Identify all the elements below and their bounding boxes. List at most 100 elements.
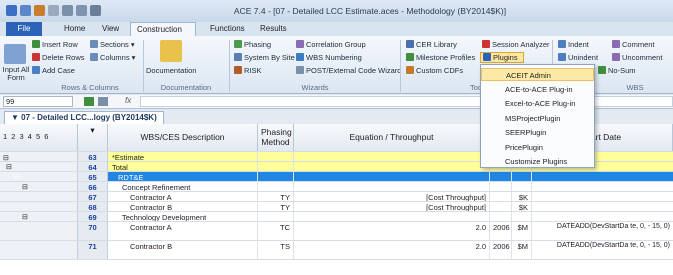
row-selector-header[interactable]: ▾ (78, 124, 108, 151)
session-analyzer-button[interactable]: Session Analyzer (482, 40, 550, 49)
phasing-method-cell[interactable]: TS (258, 241, 294, 259)
row-number[interactable]: 64 (78, 162, 108, 171)
phasing-method-cell[interactable]: TC (258, 222, 294, 240)
start-date-cell[interactable] (532, 202, 673, 211)
base-year-cell[interactable] (490, 212, 512, 221)
cancel-icon[interactable] (98, 97, 108, 106)
insert-row-button[interactable]: Insert Row (32, 40, 78, 49)
grid-icon[interactable] (62, 5, 73, 16)
equation-cell[interactable]: 2.0 (294, 222, 490, 240)
risk-button[interactable]: RISK (234, 66, 262, 75)
delete-rows-button[interactable]: Delete Rows (32, 53, 85, 62)
post-external-button[interactable]: POST/External Code Wizard (296, 66, 401, 75)
wbs-description-cell[interactable]: Contractor A (108, 222, 258, 240)
function-icon[interactable]: fx (125, 96, 131, 105)
tab-functions[interactable]: Functions (204, 22, 251, 36)
collapse-icon[interactable]: ⊟ (6, 163, 12, 171)
plugins-menu-item[interactable]: SEERPlugin (481, 126, 594, 139)
start-date-cell[interactable] (532, 212, 673, 221)
equation-cell[interactable] (294, 212, 490, 221)
system-by-site-button[interactable]: System By Site (234, 53, 295, 62)
columns-button[interactable]: Columns ▾ (90, 53, 135, 62)
phasing-method-cell[interactable] (258, 172, 294, 181)
no-sum-button[interactable]: No-Sum (598, 66, 636, 75)
phasing-method-cell[interactable] (258, 182, 294, 191)
cer-library-button[interactable]: CER Library (406, 40, 457, 49)
plugins-menu-item[interactable]: PricePlugin (481, 141, 594, 154)
units-cell[interactable] (512, 172, 532, 181)
base-year-cell[interactable] (490, 202, 512, 211)
customize-icon[interactable] (90, 5, 101, 16)
indent-button[interactable]: Indent (558, 40, 589, 49)
row-number[interactable]: 65 (78, 172, 108, 181)
save-icon[interactable] (20, 5, 31, 16)
plugins-menu-item[interactable]: Customize Plugins (481, 155, 594, 168)
wbs-description-cell[interactable]: RDT&E (108, 172, 258, 181)
table-row[interactable]: 68 Contractor B TY [Cost Throughput] $K (0, 202, 673, 212)
start-date-cell[interactable]: DATEADD(DevStartDa te, 0, - 15, 0) (532, 222, 673, 240)
wbs-description-cell[interactable]: Contractor B (108, 202, 258, 211)
units-cell[interactable] (512, 182, 532, 191)
equation-cell[interactable] (294, 152, 490, 161)
start-date-cell[interactable] (532, 172, 673, 181)
row-number[interactable]: 66 (78, 182, 108, 191)
base-year-cell[interactable]: 2006 (490, 222, 512, 240)
row-number[interactable]: 69 (78, 212, 108, 221)
milestone-profiles-button[interactable]: Milestone Profiles (406, 53, 475, 62)
start-date-cell[interactable] (532, 192, 673, 201)
tab-home[interactable]: Home (58, 22, 91, 36)
unindent-button[interactable]: Unindent (558, 53, 598, 62)
document-tab[interactable]: ▼ 07 - Detailed LCC...logy (BY2014$K) (4, 111, 164, 124)
name-box[interactable]: 99 (3, 96, 73, 107)
units-cell[interactable]: $M (512, 222, 532, 240)
units-cell[interactable]: $K (512, 192, 532, 201)
tab-construction[interactable]: Construction (130, 22, 196, 36)
collapse-icon[interactable]: ⊟ (14, 173, 20, 181)
plugins-button[interactable]: Plugins ▾ (480, 52, 524, 71)
input-all-form-button[interactable]: Input All Form (2, 66, 30, 82)
row-number[interactable]: 67 (78, 192, 108, 201)
table-row[interactable]: 71 Contractor B TS 2.0 2006 $M DATEADD(DevStar… (0, 241, 673, 260)
row-number[interactable]: 68 (78, 202, 108, 211)
uncomment-button[interactable]: Uncomment (612, 53, 662, 62)
correlation-group-button[interactable]: Correlation Group (296, 40, 366, 49)
table-row[interactable]: ⊟ 66 Concept Refinement (0, 182, 673, 192)
wbs-numbering-button[interactable]: WBS Numbering (296, 53, 362, 62)
tab-results[interactable]: Results (254, 22, 293, 36)
outline-levels[interactable]: 1 2 3 4 5 6 (0, 124, 78, 151)
redo-icon[interactable] (48, 5, 59, 16)
phasing-method-cell[interactable] (258, 152, 294, 161)
accept-icon[interactable] (84, 97, 94, 106)
table-row[interactable]: 67 Contractor A TY [Cost Throughput] $K (0, 192, 673, 202)
equation-cell[interactable] (294, 162, 490, 171)
tab-file[interactable]: File (6, 22, 42, 36)
base-year-cell[interactable] (490, 192, 512, 201)
add-case-button[interactable]: Add Case (32, 66, 75, 75)
equation-cell[interactable] (294, 172, 490, 181)
undo-icon[interactable] (34, 5, 45, 16)
phasing-method-cell[interactable] (258, 212, 294, 221)
documentation-button[interactable]: Documentation (146, 66, 196, 75)
custom-cdfs-button[interactable]: Custom CDFs (406, 66, 463, 75)
plugins-menu-item[interactable]: Excel-to-ACE Plug-in (481, 97, 594, 110)
units-cell[interactable]: $M (512, 241, 532, 259)
wbs-description-cell[interactable]: Contractor A (108, 192, 258, 201)
equation-cell[interactable]: [Cost Throughput] (294, 202, 490, 211)
row-number[interactable]: 63 (78, 152, 108, 161)
collapse-icon[interactable]: ⊟ (3, 155, 9, 161)
equation-cell[interactable]: [Cost Throughput] (294, 192, 490, 201)
row-number[interactable]: 71 (78, 241, 108, 259)
comment-button[interactable]: Comment (612, 40, 655, 49)
column-header-phasing[interactable]: Phasing Method (258, 124, 294, 151)
plugins-menu-item[interactable]: ACEIT Admin (481, 68, 594, 81)
sections-button[interactable]: Sections ▾ (90, 40, 135, 49)
equation-cell[interactable]: 2.0 (294, 241, 490, 259)
input-all-icon[interactable] (4, 44, 26, 64)
units-cell[interactable] (512, 212, 532, 221)
base-year-cell[interactable] (490, 182, 512, 191)
plugins-menu-item[interactable]: ACE-to-ACE Plug-in (481, 83, 594, 96)
start-date-cell[interactable]: DATEADD(DevStartDa te, 0, - 15, 0) (532, 241, 673, 259)
phasing-method-cell[interactable] (258, 162, 294, 171)
phasing-method-cell[interactable]: TY (258, 192, 294, 201)
phasing-method-cell[interactable]: TY (258, 202, 294, 211)
